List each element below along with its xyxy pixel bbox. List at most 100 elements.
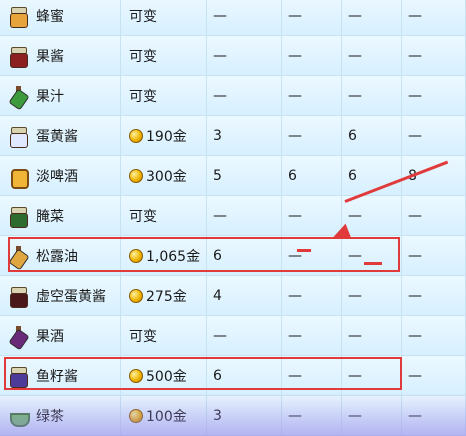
quantity-cell-q2: —: [282, 356, 342, 396]
quantity-cell-q1: 6: [207, 356, 282, 396]
price-text: 190金: [146, 128, 187, 145]
quantity-cell-q1: —: [207, 0, 282, 36]
decorative-bottom-background: [0, 392, 466, 436]
table-row: 果酱 可变 — — — —: [0, 36, 466, 76]
item-name: 果汁: [36, 88, 64, 105]
table-row: 腌菜 可变 — — — —: [0, 196, 466, 236]
quantity-cell-q1: —: [207, 76, 282, 116]
price-cell: 可变: [121, 36, 207, 76]
item-name-cell: 蛋黄酱: [0, 116, 121, 156]
price-text: 500金: [146, 368, 187, 385]
quantity-value: —: [288, 287, 302, 304]
annotation-mark: [297, 249, 311, 252]
item-name: 松露油: [36, 248, 78, 265]
quantity-cell-q2: —: [282, 36, 342, 76]
quantity-value: —: [408, 367, 422, 384]
quantity-cell-q2: —: [282, 236, 342, 276]
item-name-cell: 蜂蜜: [0, 0, 121, 36]
quantity-value: —: [213, 7, 227, 24]
quantity-cell-q2: —: [282, 316, 342, 356]
item-name-cell: 虚空蛋黄酱: [0, 276, 121, 316]
quantity-cell-q1: 3: [207, 116, 282, 156]
item-name: 蜂蜜: [36, 8, 64, 25]
quantity-cell-q2: —: [282, 76, 342, 116]
quantity-value: —: [348, 207, 362, 224]
pickles-jar-icon: [8, 205, 28, 228]
quantity-cell-q4: —: [402, 36, 466, 76]
price-cell: 可变: [121, 76, 207, 116]
quantity-value: —: [408, 87, 422, 104]
quantity-value: —: [408, 207, 422, 224]
jelly-jar-icon: [8, 45, 28, 68]
quantity-value: —: [348, 247, 362, 264]
quantity-value: —: [408, 247, 422, 264]
quantity-value: —: [288, 207, 302, 224]
quantity-cell-q1: 6: [207, 236, 282, 276]
quantity-value: —: [213, 327, 227, 344]
quantity-cell-q3: —: [342, 36, 402, 76]
juice-bottle-icon: [8, 85, 28, 107]
table-row: 果酒 可变 — — — —: [0, 316, 466, 356]
price-text: 可变: [129, 48, 157, 65]
quantity-cell-q1: —: [207, 196, 282, 236]
quantity-cell-q3: —: [342, 236, 402, 276]
quantity-value: —: [288, 7, 302, 24]
price-text: 可变: [129, 8, 157, 25]
price-cell: 275金: [121, 276, 207, 316]
quantity-cell-q4: —: [402, 356, 466, 396]
quantity-cell-q4: —: [402, 276, 466, 316]
quantity-cell-q3: —: [342, 196, 402, 236]
table-row: 淡啤酒300金5668: [0, 156, 466, 196]
quantity-value: —: [213, 47, 227, 64]
price-text: 可变: [129, 328, 157, 345]
quantity-value: —: [408, 7, 422, 24]
price-cell: 可变: [121, 196, 207, 236]
quantity-value: —: [408, 47, 422, 64]
price-cell: 500金: [121, 356, 207, 396]
pale-ale-icon: [8, 165, 29, 189]
item-name: 腌菜: [36, 208, 64, 225]
price-text: 275金: [146, 288, 187, 305]
quantity-value: —: [348, 7, 362, 24]
void-mayonnaise-jar-icon: [8, 285, 28, 308]
quantity-cell-q4: —: [402, 316, 466, 356]
quantity-value: 6: [213, 247, 222, 264]
mayonnaise-jar-icon: [8, 125, 28, 148]
item-name: 果酱: [36, 48, 64, 65]
quantity-cell-q3: —: [342, 316, 402, 356]
item-name-cell: 松露油: [0, 236, 121, 276]
quantity-cell-q1: 5: [207, 156, 282, 196]
table-row: 蜂蜜 可变 — — — —: [0, 0, 466, 36]
item-name: 淡啤酒: [36, 168, 78, 185]
quantity-cell-q4: —: [402, 116, 466, 156]
item-name-cell: 鱼籽酱: [0, 356, 121, 396]
quantity-value: —: [213, 207, 227, 224]
quantity-value: 6: [348, 167, 357, 184]
quantity-cell-q1: 4: [207, 276, 282, 316]
quantity-cell-q3: 6: [342, 116, 402, 156]
quantity-cell-q1: —: [207, 36, 282, 76]
quantity-value: —: [348, 287, 362, 304]
item-name: 虚空蛋黄酱: [36, 288, 106, 305]
price-text: 1,065金: [146, 248, 201, 265]
annotation-mark: [364, 262, 382, 265]
quantity-cell-q1: —: [207, 316, 282, 356]
quantity-value: —: [288, 367, 302, 384]
roe-jar-icon: [8, 365, 28, 388]
quantity-value: 6: [213, 367, 222, 384]
quantity-value: —: [288, 327, 302, 344]
gold-coin-icon: [129, 168, 143, 183]
quantity-value: —: [213, 87, 227, 104]
quantity-value: —: [288, 47, 302, 64]
quantity-value: 5: [213, 167, 222, 184]
price-cell: 300金: [121, 156, 207, 196]
gold-coin-icon: [129, 248, 143, 263]
table-row: 虚空蛋黄酱 275金 4 — — —: [0, 276, 466, 316]
quantity-value: 6: [288, 167, 297, 184]
quantity-cell-q4: —: [402, 76, 466, 116]
price-cell: 190金: [121, 116, 207, 156]
item-name-cell: 果汁: [0, 76, 121, 116]
item-name-cell: 淡啤酒: [0, 156, 121, 196]
gold-coin-icon: [129, 288, 143, 303]
quantity-cell-q2: 6: [282, 156, 342, 196]
